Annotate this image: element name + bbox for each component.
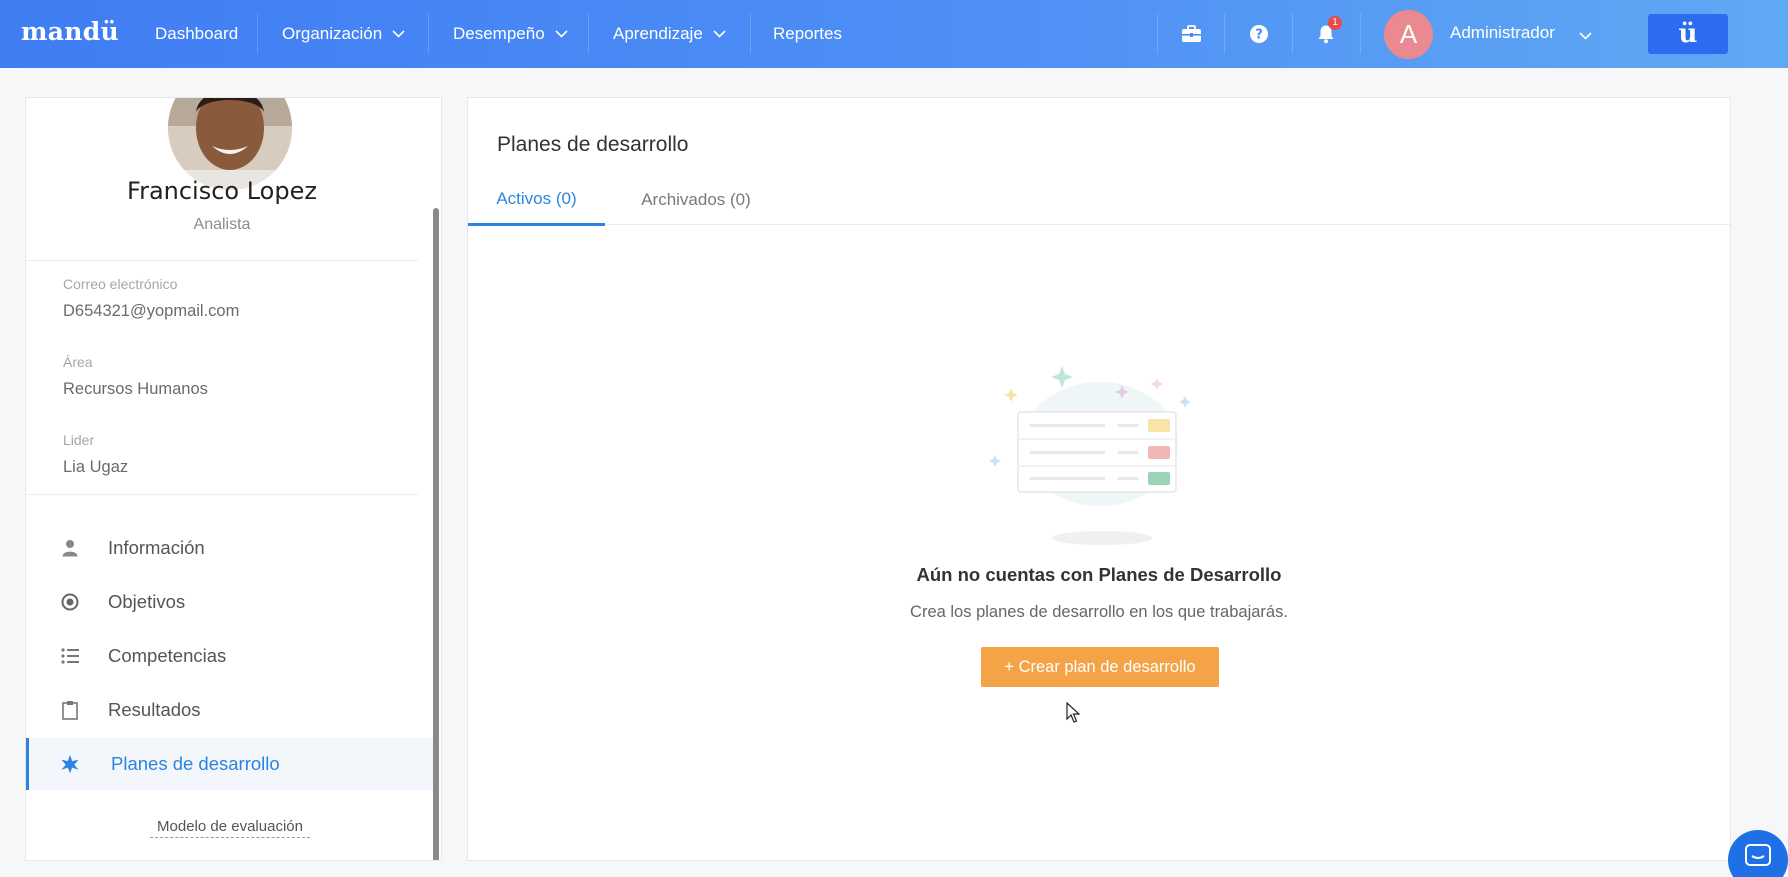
svg-text:?: ? bbox=[1255, 28, 1263, 43]
notification-count-badge: 1 bbox=[1328, 16, 1342, 30]
email-label: Correo electrónico bbox=[63, 276, 178, 292]
leader-value: Lia Ugaz bbox=[63, 458, 129, 476]
chevron-down-icon bbox=[555, 30, 568, 38]
nav-divider bbox=[1157, 14, 1158, 54]
nav-divider bbox=[588, 14, 589, 54]
email-value: D654321@yopmail.com bbox=[63, 302, 240, 320]
briefcase-icon[interactable] bbox=[1179, 22, 1203, 46]
chevron-down-icon bbox=[713, 30, 726, 38]
sidebar-item-competencias[interactable]: Competencias bbox=[26, 630, 434, 682]
nav-desempeno-label: Desempeño bbox=[453, 24, 545, 43]
development-plans-panel: Planes de desarrollo Activos (0) Archiva… bbox=[467, 97, 1731, 861]
sidebar-item-planes-de-desarrollo[interactable]: Planes de desarrollo bbox=[26, 738, 434, 790]
sidebar-item-label: Objetivos bbox=[108, 591, 186, 612]
divider bbox=[26, 260, 418, 261]
nav-aprendizaje[interactable]: Aprendizaje bbox=[613, 0, 726, 68]
nav-divider bbox=[750, 14, 751, 54]
create-plan-button[interactable]: + Crear plan de desarrollo bbox=[981, 647, 1219, 687]
nav-divider bbox=[257, 14, 258, 54]
tab-activos[interactable]: Activos (0) bbox=[468, 175, 605, 226]
sidebar-item-resultados[interactable]: Resultados bbox=[26, 684, 434, 736]
chevron-down-icon bbox=[392, 30, 405, 38]
sidebar-scrollbar[interactable] bbox=[433, 208, 439, 860]
leader-label: Lider bbox=[63, 432, 95, 448]
person-icon bbox=[60, 538, 80, 558]
sidebar-item-informacion[interactable]: Información bbox=[26, 522, 434, 574]
top-navbar: mandü Dashboard Organización Desempeño A… bbox=[0, 0, 1788, 68]
profile-name: Francisco Lopez bbox=[127, 177, 317, 205]
user-avatar[interactable]: A bbox=[1384, 10, 1433, 59]
chat-icon bbox=[1745, 844, 1771, 873]
tabs: Activos (0) Archivados (0) bbox=[468, 175, 1730, 226]
sidebar-item-label: Competencias bbox=[108, 645, 227, 666]
nav-divider bbox=[1360, 14, 1361, 54]
sidebar-item-label: Información bbox=[108, 537, 205, 558]
empty-state-subtitle: Crea los planes de desarrollo en los que… bbox=[910, 603, 1288, 621]
tab-archivados[interactable]: Archivados (0) bbox=[628, 175, 764, 225]
evaluation-model-link[interactable]: Modelo de evaluación bbox=[26, 818, 434, 838]
app-logo[interactable]: mandü bbox=[21, 17, 119, 46]
list-icon bbox=[60, 646, 80, 666]
sidebar-item-label: Resultados bbox=[108, 699, 201, 720]
nav-reportes[interactable]: Reportes bbox=[773, 0, 842, 68]
nav-organizacion-label: Organización bbox=[282, 24, 383, 43]
empty-state-illustration bbox=[982, 360, 1222, 550]
nav-desempeno[interactable]: Desempeño bbox=[453, 0, 568, 68]
profile-card: Francisco Lopez Analista Correo electrón… bbox=[25, 97, 442, 861]
brand-button[interactable]: ü bbox=[1648, 14, 1728, 54]
nav-organizacion[interactable]: Organización bbox=[282, 0, 405, 68]
bell-icon[interactable]: 1 bbox=[1314, 16, 1342, 46]
user-name[interactable]: Administrador bbox=[1450, 0, 1555, 66]
nav-divider bbox=[1224, 14, 1225, 54]
star-badge-icon bbox=[60, 754, 80, 774]
area-value: Recursos Humanos bbox=[63, 380, 208, 398]
sidebar-item-label: Planes de desarrollo bbox=[111, 753, 280, 774]
nav-dashboard-label: Dashboard bbox=[155, 24, 239, 43]
chevron-down-icon[interactable] bbox=[1579, 27, 1592, 45]
mouse-cursor-icon bbox=[1066, 701, 1081, 729]
area-label: Área bbox=[63, 354, 93, 370]
target-icon bbox=[60, 592, 80, 612]
profile-role: Analista bbox=[193, 216, 251, 233]
nav-divider bbox=[1292, 14, 1293, 54]
clipboard-icon bbox=[60, 700, 80, 720]
help-icon[interactable]: ? bbox=[1247, 22, 1271, 46]
page-title: Planes de desarrollo bbox=[497, 133, 689, 156]
nav-reportes-label: Reportes bbox=[773, 24, 842, 43]
nav-divider bbox=[428, 14, 429, 54]
evaluation-model-label: Modelo de evaluación bbox=[150, 818, 310, 838]
chat-support-button[interactable] bbox=[1728, 830, 1788, 877]
empty-state-title: Aún no cuentas con Planes de Desarrollo bbox=[916, 564, 1282, 585]
nav-aprendizaje-label: Aprendizaje bbox=[613, 24, 703, 43]
nav-dashboard[interactable]: Dashboard bbox=[155, 0, 238, 68]
sidebar-item-objetivos[interactable]: Objetivos bbox=[26, 576, 434, 628]
divider bbox=[26, 494, 418, 495]
